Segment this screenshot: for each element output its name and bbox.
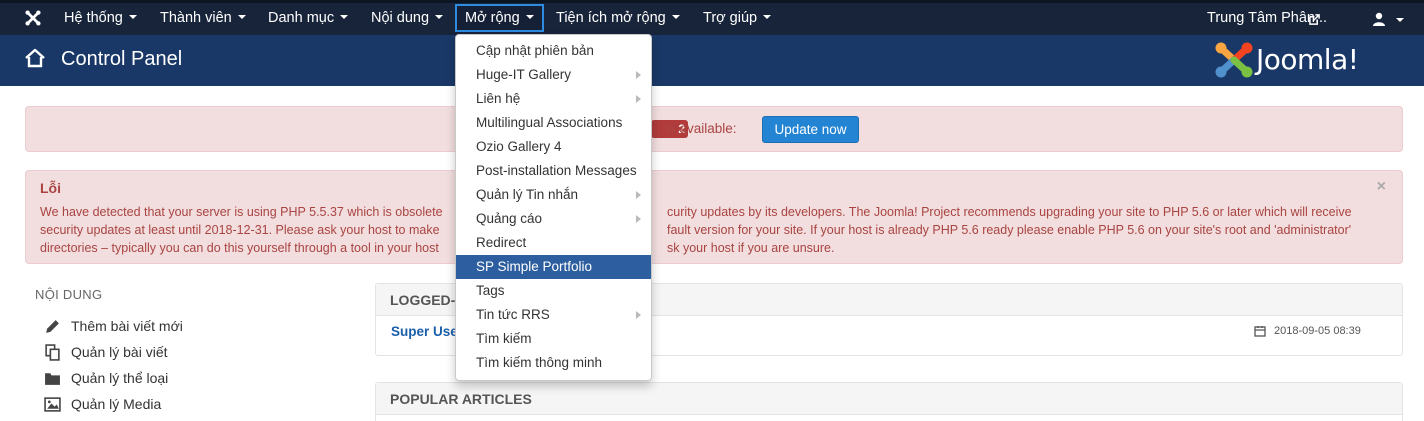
- menu-item-label: Post-installation Messages: [476, 163, 637, 178]
- menu-item-search[interactable]: Tìm kiếm: [456, 327, 651, 351]
- error-line: fault version for your site. If your hos…: [667, 223, 1352, 237]
- joomla-icon[interactable]: [24, 9, 42, 27]
- chevron-right-icon: [636, 71, 641, 79]
- top-navbar: Hệ thống Thành viên Danh mục Nội dung Mở…: [0, 0, 1424, 35]
- nav-label: Mở rộng: [465, 10, 520, 26]
- caret-down-icon: [525, 15, 534, 20]
- error-line: directories – typically you can do this …: [40, 241, 439, 255]
- joomla-logo: Joomla!: [1214, 41, 1404, 79]
- nav-label: Trợ giúp: [703, 10, 758, 26]
- menu-item-label: Huge-IT Gallery: [476, 67, 572, 82]
- nav-extensions-menu[interactable]: Mở rộng: [455, 4, 544, 32]
- menu-item-label: Tin tức RRS: [476, 307, 550, 322]
- calendar-icon: [1254, 326, 1266, 337]
- login-date: 2018-09-05 08:39: [1274, 325, 1361, 337]
- nav-users-menu[interactable]: Thành viên: [160, 3, 246, 35]
- user-link[interactable]: Super Use: [391, 324, 458, 339]
- close-icon[interactable]: ×: [1377, 178, 1386, 196]
- chevron-right-icon: [636, 311, 641, 319]
- caret-down-icon: [128, 15, 137, 20]
- sidebar-heading: NỘI DUNG: [35, 287, 103, 302]
- page-title: Control Panel: [61, 48, 183, 70]
- error-title: Lỗi: [40, 180, 61, 196]
- nav-label: Hệ thống: [64, 10, 123, 26]
- caret-down-icon: [237, 15, 246, 20]
- chevron-right-icon: [636, 95, 641, 103]
- error-alert: Lỗi × We have detected that your server …: [25, 170, 1403, 264]
- menu-item-newsfeeds[interactable]: Tin tức RRS: [456, 303, 651, 327]
- module-heading: POPULAR ARTICLES: [376, 383, 1402, 415]
- brand-text: Joomla!: [1256, 43, 1359, 76]
- page-header: Control Panel Joomla!: [0, 35, 1424, 86]
- sidebar-item-label: Thêm bài viết mới: [71, 318, 183, 334]
- menu-item-smart-search[interactable]: Tìm kiếm thông minh: [456, 351, 651, 375]
- pencil-icon: [46, 320, 59, 333]
- menu-item-update[interactable]: Cập nhật phiên bản: [456, 39, 651, 63]
- nav-label: Tiện ích mở rộng: [556, 10, 666, 26]
- menu-item-label: Quản lý Tin nhắn: [476, 187, 579, 202]
- nav-content-menu[interactable]: Nội dung: [371, 3, 444, 35]
- menu-item-sp-simple-portfolio[interactable]: SP Simple Portfolio: [456, 255, 651, 279]
- joomla-logo-icon: [1215, 42, 1253, 78]
- image-icon: [44, 397, 61, 412]
- nav-label: Thành viên: [160, 10, 232, 26]
- user-menu[interactable]: [1372, 3, 1412, 35]
- menu-item-ozio-gallery[interactable]: Ozio Gallery 4: [456, 135, 651, 159]
- nav-label: Nội dung: [371, 10, 430, 26]
- error-line: security updates at least until 2018-12-…: [40, 223, 440, 237]
- user-icon: [1373, 12, 1385, 26]
- chevron-right-icon: [636, 191, 641, 199]
- sidebar-item-label: Quản lý bài viết: [71, 344, 168, 360]
- home-icon: [25, 48, 45, 68]
- sidebar-item-label: Quản lý Media: [71, 396, 162, 412]
- external-link-icon: [1309, 14, 1320, 25]
- chevron-right-icon: [636, 215, 641, 223]
- error-line: We have detected that your server is usi…: [40, 205, 443, 219]
- update-alert: 2 is available: Update now: [25, 106, 1403, 152]
- menu-item-post-install[interactable]: Post-installation Messages: [456, 159, 651, 183]
- menu-item-label: Multilingual Associations: [476, 115, 623, 130]
- menu-item-tags[interactable]: Tags: [456, 279, 651, 303]
- menu-item-contacts[interactable]: Liên hệ: [456, 87, 651, 111]
- menu-item-messages[interactable]: Quản lý Tin nhắn: [456, 183, 651, 207]
- nav-label: Danh mục: [268, 10, 335, 26]
- error-line: curity updates by its developers. The Jo…: [667, 205, 1352, 219]
- nav-help-menu[interactable]: Trợ giúp: [703, 3, 772, 35]
- menu-item-label: Cập nhật phiên bản: [476, 43, 594, 58]
- caret-down-icon: [763, 15, 772, 20]
- popular-articles-module: POPULAR ARTICLES: [375, 382, 1403, 421]
- caret-down-icon: [435, 15, 444, 20]
- menu-item-multilingual[interactable]: Multilingual Associations: [456, 111, 651, 135]
- folder-icon: [45, 373, 60, 385]
- available-text: is available:: [666, 121, 737, 136]
- caret-down-icon: [1396, 18, 1404, 22]
- error-line: sk your host if you are unsure.: [667, 241, 835, 255]
- error-message: We have detected that your server is usi…: [40, 203, 1380, 257]
- copy-icon: [45, 344, 60, 361]
- sidebar-item-label: Quản lý thể loại: [71, 370, 169, 386]
- menu-item-label: Tìm kiếm: [476, 331, 532, 346]
- nav-components-menu[interactable]: Tiện ích mở rộng: [556, 3, 680, 35]
- menu-item-label: Liên hệ: [476, 91, 521, 106]
- nav-system-menu[interactable]: Hệ thống: [64, 3, 137, 35]
- menu-item-label: Tìm kiếm thông minh: [476, 355, 603, 370]
- update-now-button[interactable]: Update now: [762, 116, 859, 143]
- menu-item-label: Tags: [476, 283, 505, 298]
- menu-item-redirect[interactable]: Redirect: [456, 231, 651, 255]
- nav-menus-menu[interactable]: Danh mục: [268, 3, 349, 35]
- caret-down-icon: [340, 15, 349, 20]
- menu-item-label: Redirect: [476, 235, 527, 250]
- menu-item-label: SP Simple Portfolio: [476, 259, 593, 274]
- extensions-dropdown-menu: Cập nhật phiên bản Huge-IT Gallery Liên …: [455, 34, 652, 381]
- caret-down-icon: [671, 15, 680, 20]
- menu-item-banners[interactable]: Quảng cáo: [456, 207, 651, 231]
- menu-item-label: Ozio Gallery 4: [476, 139, 562, 154]
- menu-item-label: Quảng cáo: [476, 211, 543, 226]
- menu-item-huge-it-gallery[interactable]: Huge-IT Gallery: [456, 63, 651, 87]
